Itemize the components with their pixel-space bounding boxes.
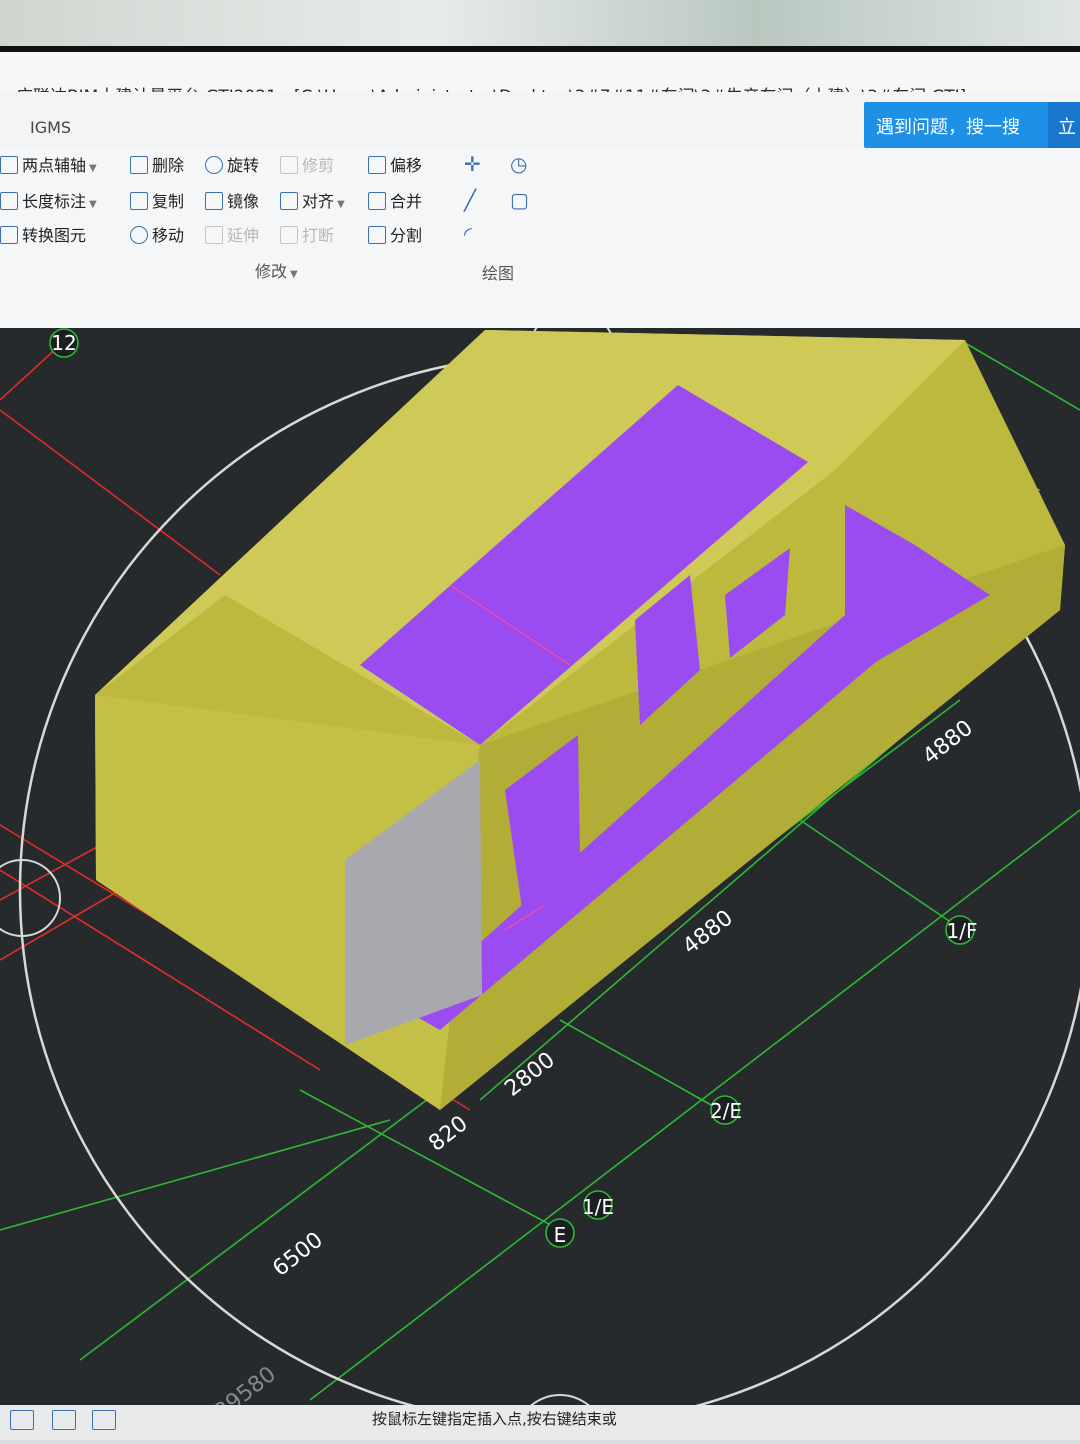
merge-icon: [368, 192, 386, 210]
dim-4880-lower: 4880: [678, 906, 738, 960]
trim-label: 修剪: [302, 156, 335, 175]
dim-2800: 2800: [500, 1048, 560, 1102]
mirror-button[interactable]: 镜像: [205, 188, 259, 212]
point-draw-icon[interactable]: ✛: [464, 152, 481, 176]
window-title: 广联达BIM土建计量平台 GTJ2021 - [C:\Users\Adminis…: [16, 82, 966, 92]
rotate-icon: [205, 156, 223, 174]
extend-icon: [205, 226, 223, 244]
convert-button[interactable]: 转换图元: [0, 222, 86, 246]
status-angle-icon[interactable]: [92, 1410, 116, 1430]
line-draw-icon[interactable]: ╱: [464, 188, 476, 212]
photo-background: [0, 0, 1080, 50]
arc-draw-icon[interactable]: ◜: [464, 222, 472, 246]
module-label: IGMS: [30, 118, 72, 137]
status-tool-icon[interactable]: [10, 1410, 34, 1430]
search-help-label: 遇到问题，搜一搜: [876, 117, 1020, 138]
building-model[interactable]: [95, 330, 1065, 1110]
search-extra-button[interactable]: 立: [1048, 102, 1080, 148]
mirror-icon: [205, 192, 223, 210]
align-label: 对齐: [302, 192, 335, 211]
move-button[interactable]: 移动: [130, 222, 184, 246]
search-help-button[interactable]: 遇到问题，搜一搜: [864, 102, 1064, 148]
status-hint: 按鼠标左键指定插入点,按右键结束或: [372, 1410, 617, 1428]
title-bar: 广联达BIM土建计量平台 GTJ2021 - [C:\Users\Adminis…: [0, 52, 1080, 92]
modify-group-label: 修改 ▼: [255, 262, 298, 281]
copy-label: 复制: [152, 192, 185, 211]
axis-label-2e: 2/E: [710, 1099, 742, 1123]
move-icon: [130, 226, 148, 244]
axis-label-e: E: [554, 1223, 567, 1247]
offset-icon: [368, 156, 386, 174]
axis-label-1e: 1/E: [582, 1195, 614, 1219]
align-button[interactable]: 对齐 ▼: [280, 188, 345, 212]
convert-icon: [0, 226, 18, 244]
extend-label: 延伸: [227, 226, 260, 245]
axis-icon: [0, 156, 18, 174]
search-extra-label: 立: [1058, 117, 1076, 138]
mirror-label: 镜像: [227, 192, 260, 211]
two-point-axis-label: 两点辅轴: [22, 156, 87, 175]
two-point-axis-button[interactable]: 两点辅轴 ▼: [0, 152, 97, 176]
axis-label-1f: 1/F: [947, 919, 978, 943]
copy-button[interactable]: 复制: [130, 188, 184, 212]
copy-icon: [130, 192, 148, 210]
offset-label: 偏移: [390, 156, 423, 175]
circle-draw-icon[interactable]: ◷: [510, 152, 527, 176]
modify-group-text: 修改: [255, 262, 288, 281]
break-label: 打断: [302, 226, 335, 245]
length-dim-button[interactable]: 长度标注 ▼: [0, 188, 97, 212]
dimension-icon: [0, 192, 18, 210]
align-icon: [280, 192, 298, 210]
offset-button[interactable]: 偏移: [368, 152, 422, 176]
split-icon: [368, 226, 386, 244]
split-button[interactable]: 分割: [368, 222, 422, 246]
trash-icon: [130, 156, 148, 174]
rotate-label: 旋转: [227, 156, 260, 175]
draw-group-label: 绘图: [482, 264, 515, 283]
dim-6500: 6500: [268, 1228, 328, 1282]
3d-viewport[interactable]: 12 1/F 2/E 1/E E 4880 4880 2800 820 6500…: [0, 308, 1080, 1444]
length-dim-label: 长度标注: [22, 192, 87, 211]
convert-label: 转换图元: [22, 226, 87, 245]
merge-button[interactable]: 合并: [368, 188, 422, 212]
delete-label: 删除: [152, 156, 185, 175]
delete-button[interactable]: 删除: [130, 152, 184, 176]
rotate-button[interactable]: 旋转: [205, 152, 259, 176]
split-label: 分割: [390, 226, 423, 245]
dim-820: 820: [424, 1111, 472, 1157]
axis-label-12: 12: [51, 331, 76, 355]
ribbon: 两点辅轴 ▼ 长度标注 ▼ 转换图元 删除 复制 移动 旋转 镜像 延伸 修剪 对齐…: [0, 148, 1080, 328]
trim-icon: [280, 156, 298, 174]
trim-button[interactable]: 修剪: [280, 152, 334, 176]
break-icon: [280, 226, 298, 244]
model-canvas[interactable]: 12 1/F 2/E 1/E E 4880 4880 2800 820 6500…: [0, 308, 1080, 1444]
extend-button[interactable]: 延伸: [205, 222, 259, 246]
rect-draw-icon[interactable]: ▢: [510, 188, 529, 212]
move-label: 移动: [152, 226, 185, 245]
status-grid-icon[interactable]: [52, 1410, 76, 1430]
break-button[interactable]: 打断: [280, 222, 334, 246]
merge-label: 合并: [390, 192, 423, 211]
